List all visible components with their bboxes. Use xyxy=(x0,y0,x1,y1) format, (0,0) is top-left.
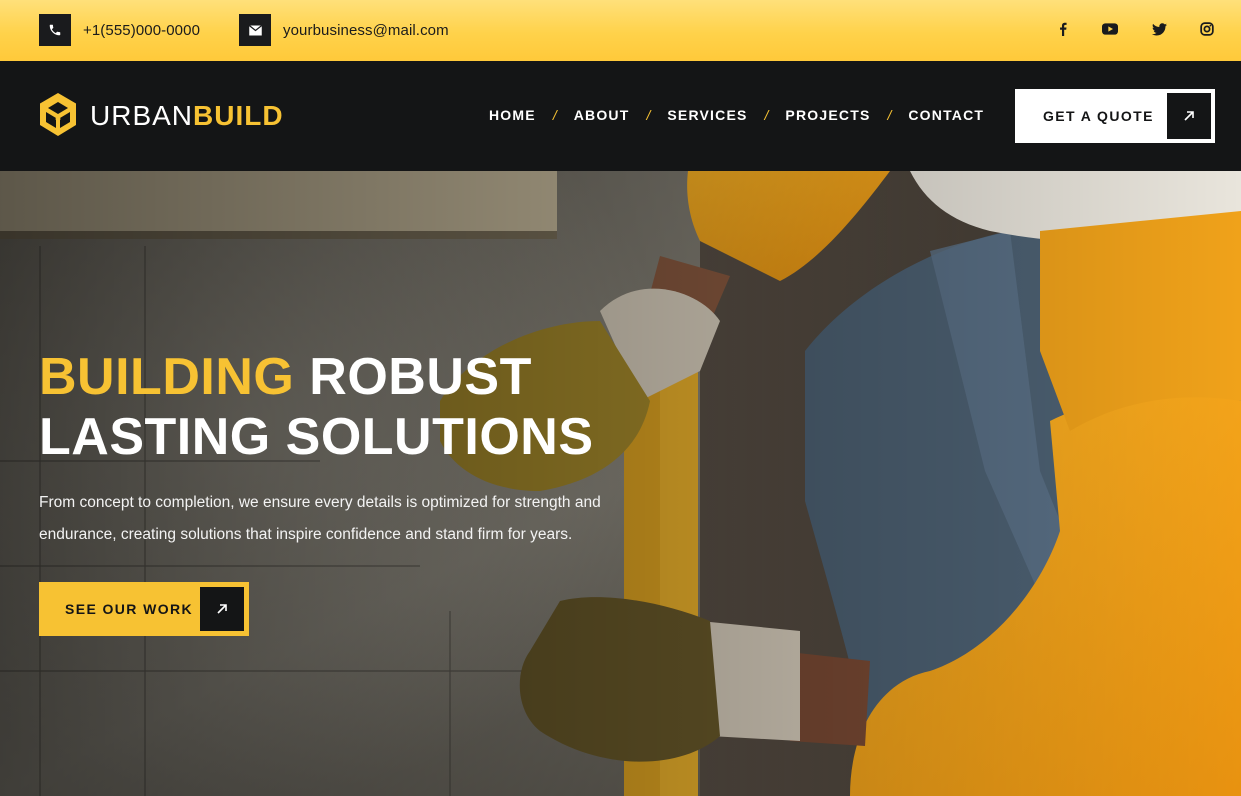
nav-item-services[interactable]: SERVICES xyxy=(667,107,747,123)
facebook-icon[interactable] xyxy=(1055,20,1071,38)
instagram-icon[interactable] xyxy=(1199,20,1215,38)
nav-separator: / xyxy=(764,107,769,123)
email-contact[interactable]: yourbusiness@mail.com xyxy=(239,14,449,46)
twitter-icon[interactable] xyxy=(1151,20,1167,38)
mail-icon xyxy=(239,14,271,46)
phone-icon xyxy=(39,14,71,46)
phone-contact[interactable]: +1(555)000-0000 xyxy=(39,14,200,46)
quote-button-label: GET A QUOTE xyxy=(1043,108,1154,124)
cube-logo-icon xyxy=(40,93,76,136)
hero-title-line1-rest: ROBUST xyxy=(309,348,532,406)
youtube-icon[interactable] xyxy=(1102,20,1118,38)
hero-title-highlight: BUILDING xyxy=(39,348,295,406)
primary-nav: HOME / ABOUT / SERVICES / PROJECTS / CON… xyxy=(489,107,984,123)
arrow-up-right-icon xyxy=(200,587,244,631)
nav-item-home[interactable]: HOME xyxy=(489,107,536,123)
hero-background-image xyxy=(0,171,1241,796)
hero-title: BUILDING ROBUST LASTING SOLUTIONS xyxy=(39,347,594,467)
arrow-up-right-icon xyxy=(1167,93,1211,139)
hero-description: From concept to completion, we ensure ev… xyxy=(39,494,601,543)
main-navbar: URBANBUILD HOME / ABOUT / SERVICES / PRO… xyxy=(0,61,1241,171)
top-bar: +1(555)000-0000 yourbusiness@mail.com xyxy=(0,0,1241,61)
nav-item-projects[interactable]: PROJECTS xyxy=(785,107,870,123)
hero-title-line2: LASTING SOLUTIONS xyxy=(39,408,594,466)
phone-number[interactable]: +1(555)000-0000 xyxy=(83,22,200,39)
brand-logo[interactable]: URBANBUILD xyxy=(38,92,284,140)
nav-separator: / xyxy=(552,107,557,123)
get-a-quote-button[interactable]: GET A QUOTE xyxy=(1015,89,1215,143)
brand-name: URBANBUILD xyxy=(90,100,284,131)
nav-separator: / xyxy=(887,107,892,123)
nav-item-about[interactable]: ABOUT xyxy=(574,107,630,123)
see-our-work-button[interactable]: SEE OUR WORK xyxy=(39,582,249,636)
hero-section: BUILDING ROBUST LASTING SOLUTIONS From c… xyxy=(0,171,1241,796)
nav-item-contact[interactable]: CONTACT xyxy=(908,107,984,123)
email-address[interactable]: yourbusiness@mail.com xyxy=(283,22,449,39)
cta-button-label: SEE OUR WORK xyxy=(65,601,194,617)
nav-separator: / xyxy=(646,107,651,123)
